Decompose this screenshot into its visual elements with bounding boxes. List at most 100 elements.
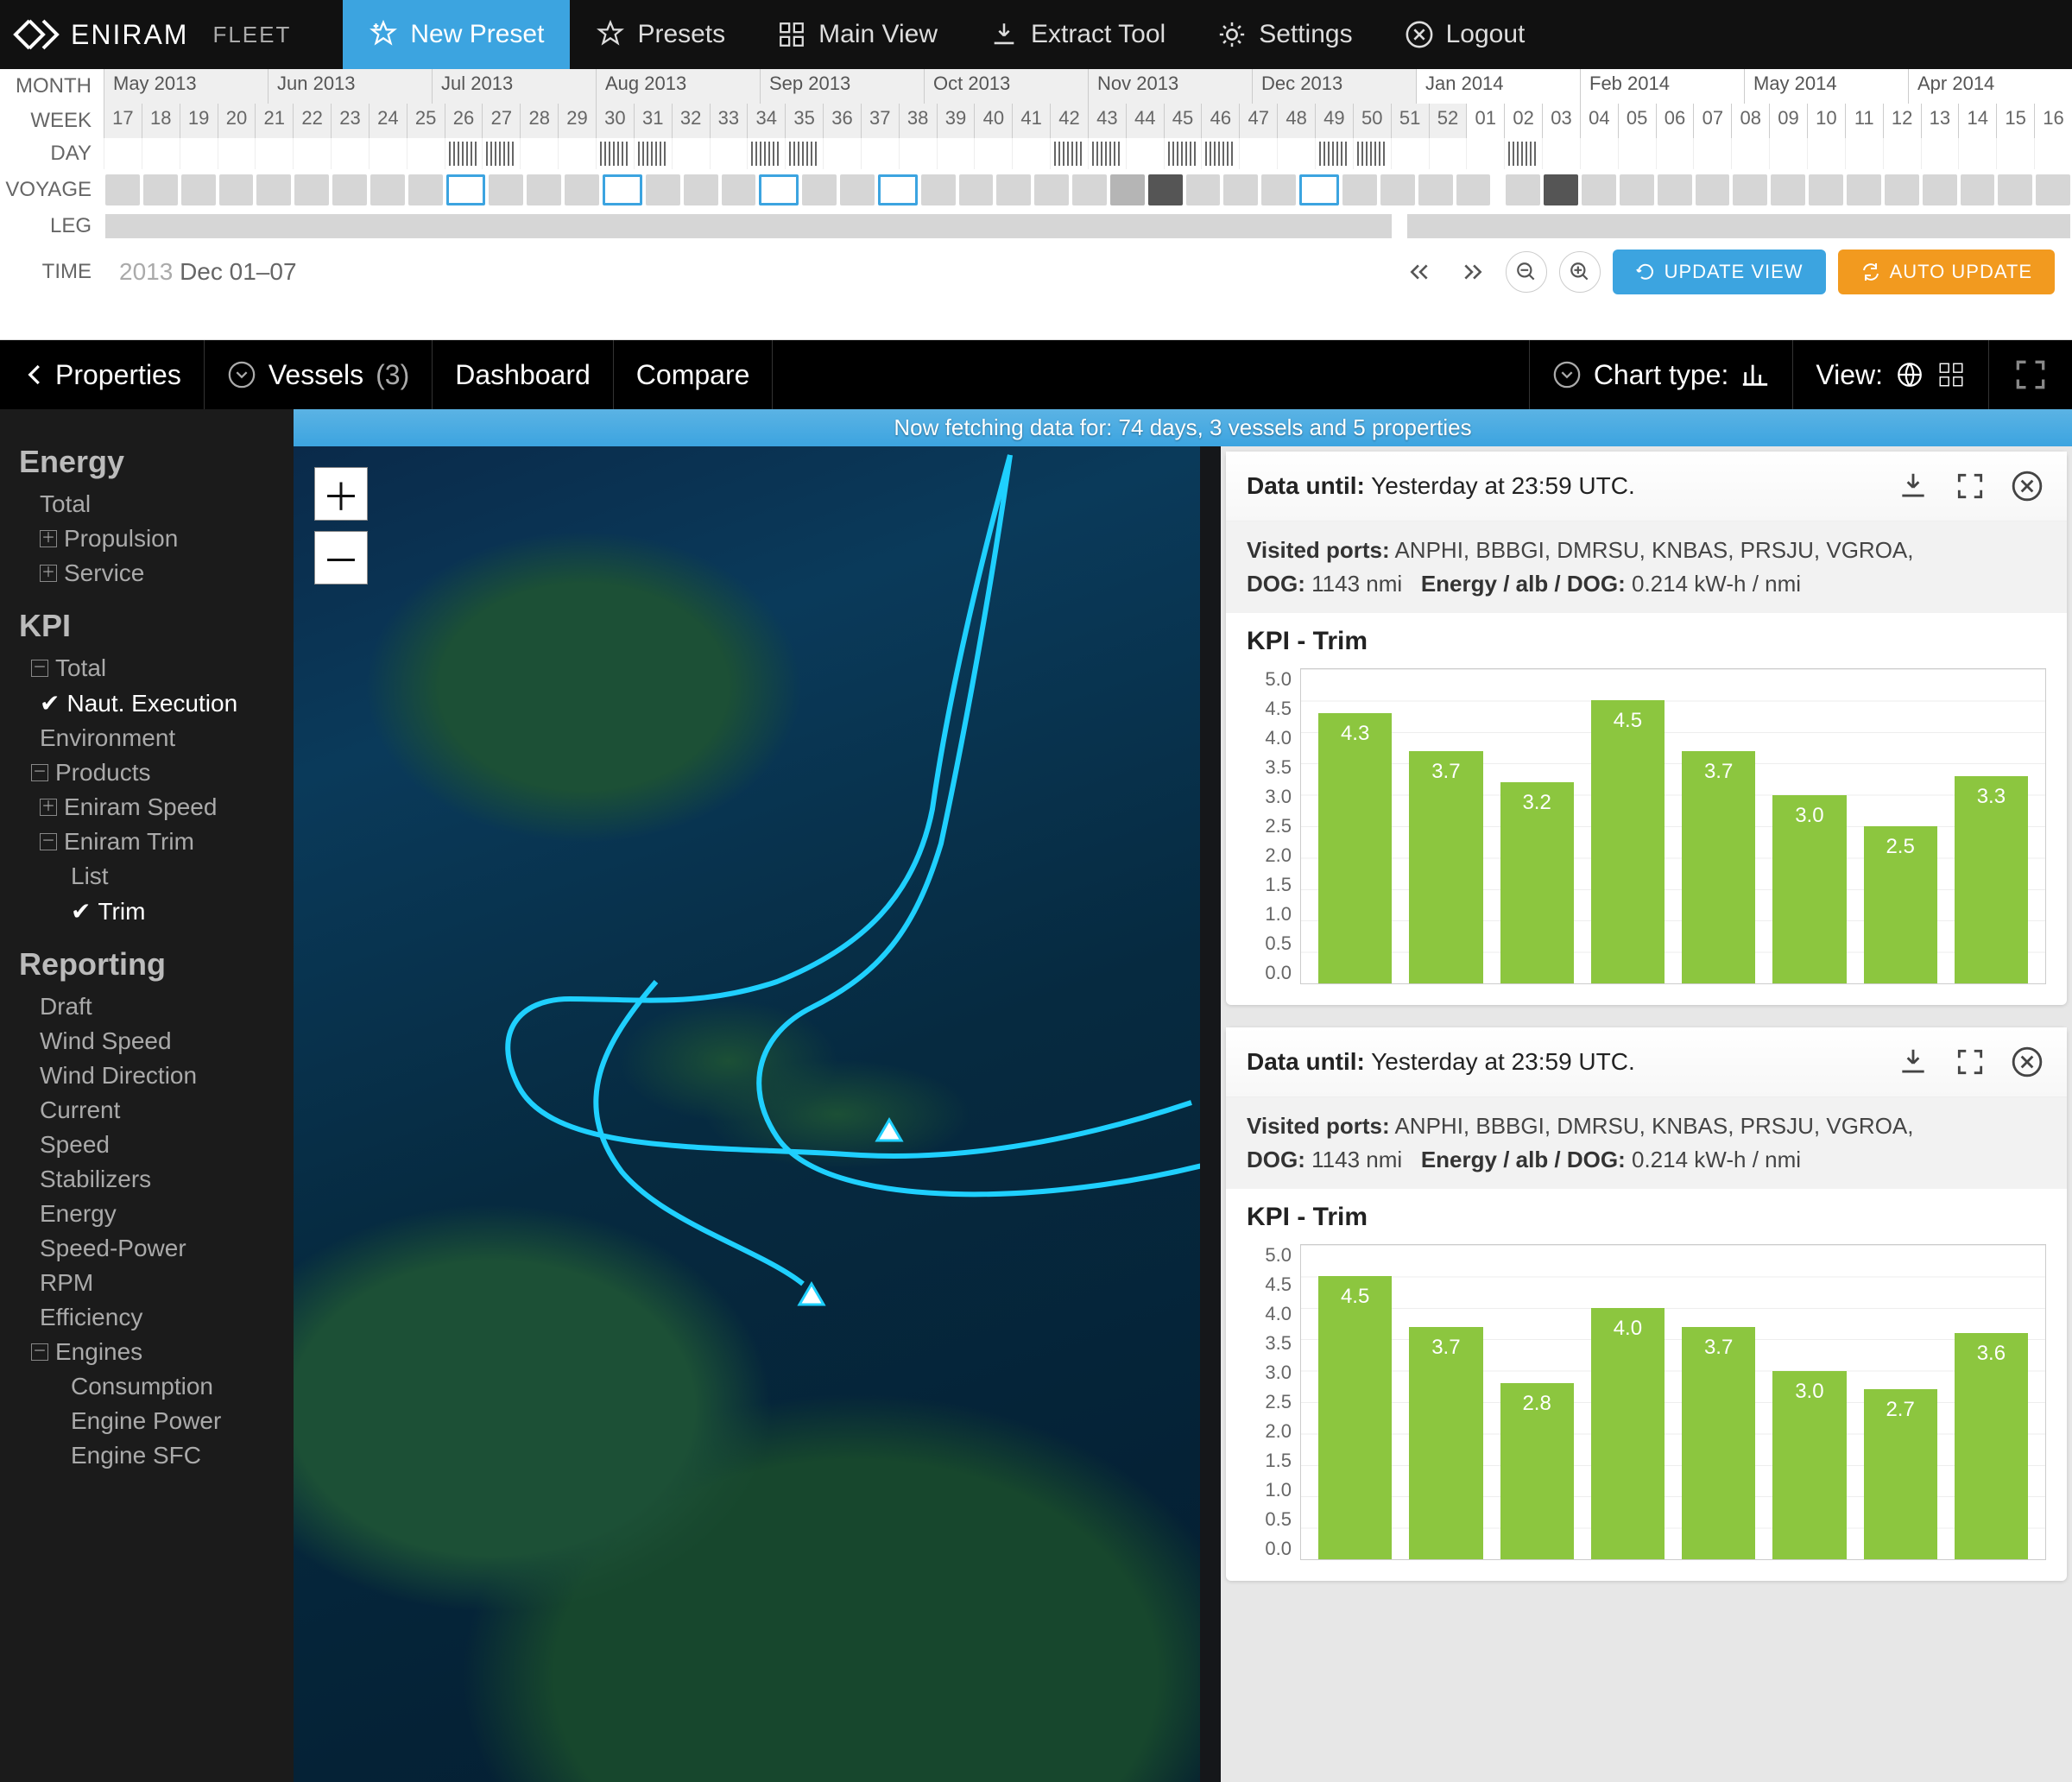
timeline-week[interactable]: 21	[255, 104, 293, 138]
timeline-week[interactable]: 41	[1012, 104, 1050, 138]
timeline-voyage[interactable]	[1380, 174, 1415, 205]
timeline-month[interactable]: Jun 2013	[268, 69, 432, 104]
timeline-week[interactable]: 34	[747, 104, 785, 138]
timeline-day[interactable]	[747, 138, 785, 169]
timeline-day[interactable]	[1807, 138, 1845, 169]
timeline-week[interactable]: 05	[1618, 104, 1656, 138]
timeline-week[interactable]: 24	[369, 104, 407, 138]
timeline-day[interactable]	[1618, 138, 1656, 169]
sidebar-item-naut-execution[interactable]: ✔Naut. Execution	[19, 686, 285, 721]
timeline-voyage[interactable]	[1342, 174, 1377, 205]
timeline-week[interactable]: 22	[293, 104, 331, 138]
timeline-voyage[interactable]	[1771, 174, 1805, 205]
timeline-week[interactable]: 23	[331, 104, 369, 138]
timeline-month[interactable]: Apr 2014	[1908, 69, 2072, 104]
timeline-day[interactable]	[104, 138, 142, 169]
timeline-week[interactable]: 39	[937, 104, 975, 138]
close-icon[interactable]	[2008, 1043, 2046, 1081]
timeline-week[interactable]: 33	[710, 104, 748, 138]
timeline-day[interactable]	[482, 138, 520, 169]
timeline-day[interactable]	[407, 138, 445, 169]
timeline-day[interactable]	[1466, 138, 1504, 169]
menu-new-preset[interactable]: New Preset	[343, 0, 570, 69]
timeline-day[interactable]	[445, 138, 483, 169]
timeline-week[interactable]: 11	[1845, 104, 1883, 138]
timeline-week[interactable]: 19	[180, 104, 218, 138]
zoom-in-icon[interactable]	[1559, 251, 1601, 293]
timeline-voyage[interactable]	[1456, 174, 1491, 205]
sidebar-item-trim[interactable]: ✔Trim	[19, 894, 285, 929]
timeline-voyage[interactable]	[181, 174, 216, 205]
timeline-voyage[interactable]	[921, 174, 956, 205]
timeline-day[interactable]	[596, 138, 634, 169]
timeline-voyage[interactable]	[603, 174, 642, 205]
timeline-month[interactable]: May 2013	[104, 69, 268, 104]
timeline-week[interactable]: 14	[1958, 104, 1996, 138]
timeline-week[interactable]: 01	[1466, 104, 1504, 138]
sidebar-item-engines[interactable]: －Engines	[19, 1335, 285, 1369]
timeline-day[interactable]	[1769, 138, 1807, 169]
timeline-voyage[interactable]	[1620, 174, 1654, 205]
timeline-week[interactable]: 02	[1504, 104, 1542, 138]
timeline-day[interactable]	[1731, 138, 1769, 169]
timeline-voyage[interactable]	[684, 174, 718, 205]
timeline-week[interactable]: 18	[142, 104, 180, 138]
sidebar-item-speed[interactable]: Speed	[19, 1128, 285, 1162]
timeline-voyage[interactable]	[1299, 174, 1339, 205]
timeline-month[interactable]: Aug 2013	[596, 69, 760, 104]
timeline-week[interactable]: 10	[1807, 104, 1845, 138]
timeline-week[interactable]: 42	[1050, 104, 1088, 138]
timeline-voyage[interactable]	[256, 174, 291, 205]
timeline-voyage[interactable]	[1186, 174, 1221, 205]
timeline-voyage[interactable]	[370, 174, 405, 205]
vessels-toggle[interactable]: Vessels (3)	[205, 340, 433, 409]
leg-segment[interactable]	[1407, 214, 2070, 238]
timeline-voyage[interactable]	[1696, 174, 1730, 205]
timeline-day[interactable]	[1958, 138, 1996, 169]
timeline-week[interactable]: 46	[1201, 104, 1239, 138]
sidebar-item-engine-sfc[interactable]: Engine SFC	[19, 1438, 285, 1473]
menu-extract-tool[interactable]: Extract Tool	[963, 0, 1191, 69]
timeline-week[interactable]: 20	[218, 104, 256, 138]
timeline-week[interactable]: 16	[2034, 104, 2072, 138]
timeline-week[interactable]: 08	[1731, 104, 1769, 138]
timeline-month[interactable]: May 2014	[1744, 69, 1908, 104]
timeline-day[interactable]	[1277, 138, 1315, 169]
timeline-week[interactable]: 44	[1126, 104, 1164, 138]
sidebar-item-engine-power[interactable]: Engine Power	[19, 1404, 285, 1438]
timeline-voyage[interactable]	[878, 174, 918, 205]
sidebar-item-eniram-trim[interactable]: －Eniram Trim	[19, 825, 285, 859]
timeline-day[interactable]	[1504, 138, 1542, 169]
download-icon[interactable]	[1894, 1043, 1932, 1081]
timeline-week[interactable]: 37	[861, 104, 899, 138]
timeline-week[interactable]: 32	[672, 104, 710, 138]
view-selector[interactable]: View:	[1792, 340, 1988, 409]
timeline-day[interactable]	[1012, 138, 1050, 169]
timeline-week[interactable]: 36	[823, 104, 861, 138]
timeline-day[interactable]	[1845, 138, 1883, 169]
timeline-voyage[interactable]	[565, 174, 599, 205]
sidebar-item-wind-speed[interactable]: Wind Speed	[19, 1024, 285, 1058]
timeline-voyage[interactable]	[959, 174, 994, 205]
timeline-voyage[interactable]	[1544, 174, 1578, 205]
timeline-voyage[interactable]	[1582, 174, 1616, 205]
timeline-week[interactable]: 27	[482, 104, 520, 138]
fullscreen-button[interactable]	[1988, 340, 2072, 409]
timeline-voyage[interactable]	[1110, 174, 1145, 205]
timeline-day[interactable]	[1315, 138, 1353, 169]
sidebar-item-kpi-total[interactable]: －Total	[19, 651, 285, 686]
timeline-day[interactable]	[1429, 138, 1467, 169]
map-panel[interactable]: ＋ －	[294, 446, 1200, 1782]
sidebar-item-efficiency[interactable]: Efficiency	[19, 1300, 285, 1335]
timeline-voyage[interactable]	[1961, 174, 1995, 205]
timeline-week[interactable]: 51	[1391, 104, 1429, 138]
timeline-week[interactable]: 31	[634, 104, 672, 138]
timeline-voyage[interactable]	[143, 174, 178, 205]
menu-main-view[interactable]: Main View	[751, 0, 963, 69]
timeline-voyage[interactable]	[219, 174, 254, 205]
timeline-month[interactable]: Sep 2013	[760, 69, 924, 104]
chart-type-selector[interactable]: Chart type:	[1529, 340, 1793, 409]
timeline-week[interactable]: 13	[1921, 104, 1959, 138]
menu-logout[interactable]: Logout	[1379, 0, 1551, 69]
timeline-day[interactable]	[218, 138, 256, 169]
